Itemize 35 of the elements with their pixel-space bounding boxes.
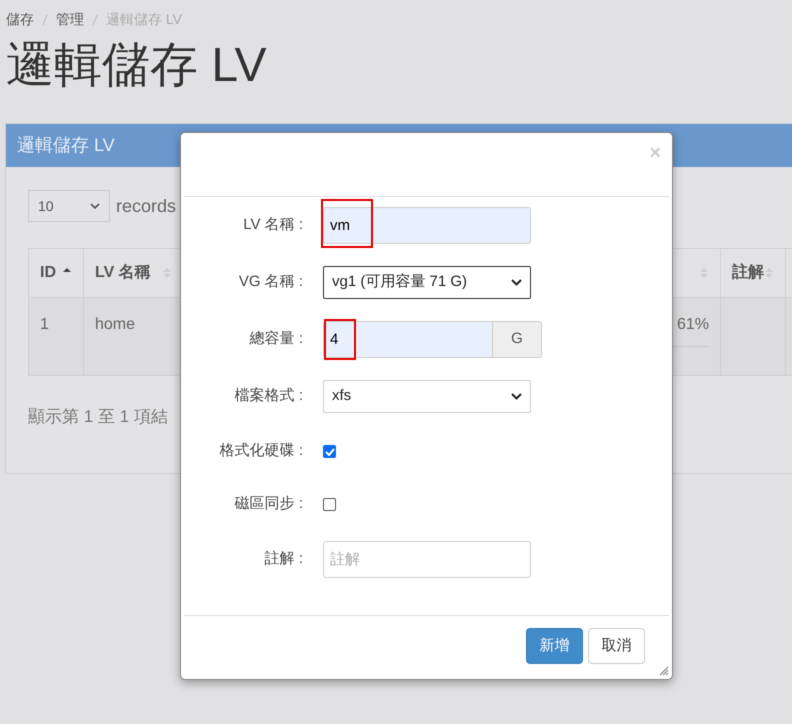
- checkbox[interactable]: [323, 445, 336, 458]
- page-size-select[interactable]: 10: [28, 190, 110, 222]
- field-label: 註解 :: [264, 549, 303, 570]
- field-label: VG 名稱 :: [238, 272, 303, 292]
- separator-icon: [92, 14, 98, 26]
- capacity-field[interactable]: 4: [323, 321, 493, 358]
- chevron-icon: [511, 279, 522, 286]
- breadcrumb-current: 邏輯儲存 LV: [106, 10, 182, 29]
- table-info: 顯示第 1 至 1 項結: [28, 406, 169, 428]
- add-button[interactable]: 新增: [526, 628, 583, 664]
- field-label: 磁區同步 :: [234, 494, 303, 514]
- select-field[interactable]: xfs: [323, 380, 531, 413]
- cancel-button[interactable]: 取消: [588, 628, 645, 664]
- field-label: 總容量 :: [248, 329, 303, 350]
- panel-title: 邏輯儲存 LV: [17, 134, 115, 157]
- chevron-icon: [511, 393, 522, 400]
- unit-addon: G: [493, 321, 542, 358]
- text-field[interactable]: vm: [323, 207, 531, 244]
- field-label: 檔案格式 :: [234, 386, 303, 406]
- checkbox[interactable]: [323, 498, 336, 511]
- page-title: 邏輯儲存 LV: [5, 38, 268, 94]
- table-cell: home: [95, 316, 136, 333]
- records-label: records: [116, 194, 176, 218]
- table-cell: 61%: [676, 316, 709, 333]
- chevron-icon: [90, 203, 100, 209]
- breadcrumb-link[interactable]: 管理: [56, 9, 84, 30]
- separator-icon: [42, 14, 48, 26]
- select-field[interactable]: vg1 (可用容量 71 G): [323, 266, 531, 299]
- resize-grip-icon: [659, 666, 668, 675]
- table-cell: 1: [40, 316, 49, 333]
- field-label: LV 名稱 :: [242, 215, 303, 236]
- column-header[interactable]: ID: [40, 261, 56, 285]
- field-label: 格式化硬碟 :: [218, 441, 303, 462]
- breadcrumb-link[interactable]: 儲存: [6, 9, 34, 30]
- text-field[interactable]: 註解: [323, 541, 531, 578]
